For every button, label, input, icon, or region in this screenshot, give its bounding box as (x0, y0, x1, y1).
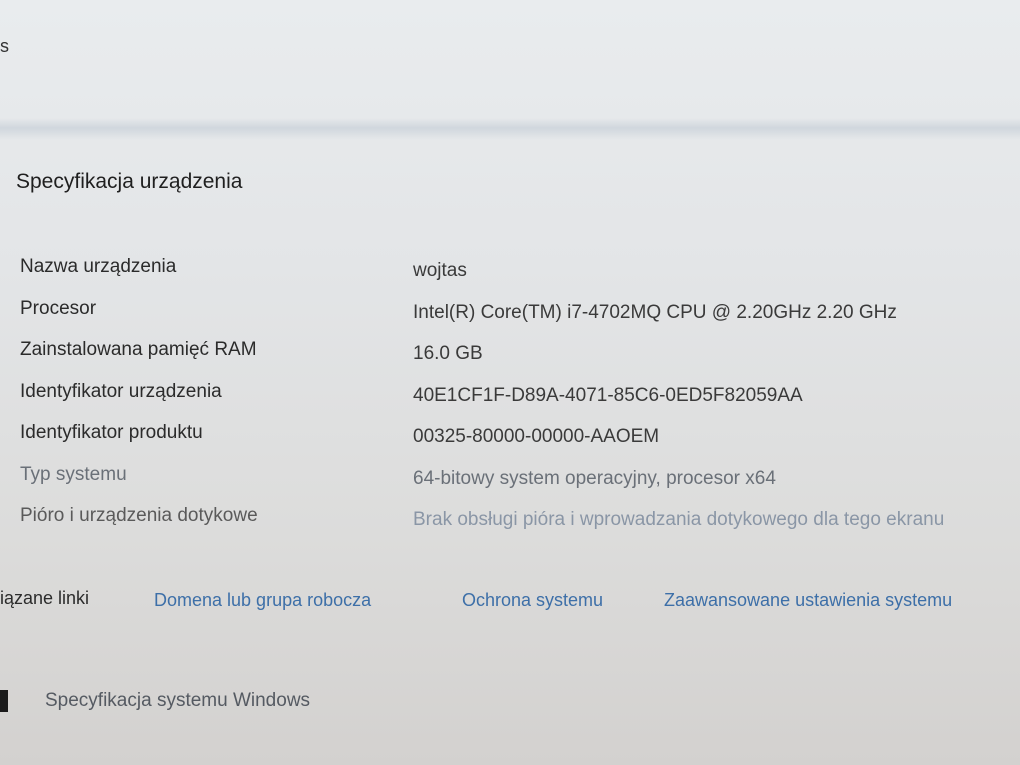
spec-label: Procesor (20, 297, 97, 319)
spec-value: 64-bitowy system operacyjny, procesor x6… (413, 467, 776, 489)
spec-value: 00325-80000-00000-AAOEM (413, 426, 660, 447)
related-links-label: iązane linki (0, 588, 90, 608)
spec-label: Identyfikator urządzenia (20, 380, 222, 402)
spec-value: 40E1CF1F-D89A-4071-85C6-0ED5F82059AA (413, 384, 803, 406)
spec-label: Identyfikator produktu (20, 422, 203, 443)
device-spec-table: Nazwa urządzenia wojtas Procesor Intel(R… (20, 256, 1020, 547)
spec-label: Nazwa urządzenia (20, 256, 177, 277)
spec-label: Zainstalowana pamięć RAM (20, 339, 257, 360)
spec-row-ram: Zainstalowana pamięć RAM 16.0 GB (20, 339, 1020, 381)
spec-row-product-id: Identyfikator produktu 00325-80000-00000… (20, 422, 1020, 464)
device-spec-title: Specyfikacja urządzenia (16, 170, 243, 193)
spec-value: wojtas (413, 260, 467, 281)
link-system-protection[interactable]: Ochrona systemu (462, 590, 603, 611)
link-advanced-system-settings[interactable]: Zaawansowane ustawienia systemu (664, 590, 952, 611)
header-cut-text: s (0, 36, 9, 56)
windows-spec-icon (0, 690, 8, 712)
link-domain-workgroup[interactable]: Domena lub grupa robocza (154, 590, 371, 611)
windows-spec-section: Specyfikacja systemu Windows (0, 688, 500, 718)
spec-row-pen-touch: Pióro i urządzenia dotykowe Brak obsługi… (20, 505, 1020, 547)
spec-row-system-type: Typ systemu 64-bitowy system operacyjny,… (20, 464, 1020, 506)
header-divider (0, 118, 1020, 140)
spec-row-device-id: Identyfikator urządzenia 40E1CF1F-D89A-4… (20, 381, 1020, 423)
spec-value: 16.0 GB (413, 343, 483, 364)
spec-label: Typ systemu (20, 463, 127, 485)
spec-row-device-name: Nazwa urządzenia wojtas (20, 256, 1020, 298)
windows-spec-title: Specyfikacja systemu Windows (45, 690, 311, 711)
spec-value: Intel(R) Core(TM) i7-4702MQ CPU @ 2.20GH… (413, 301, 897, 323)
spec-label: Pióro i urządzenia dotykowe (20, 505, 258, 526)
spec-row-processor: Procesor Intel(R) Core(TM) i7-4702MQ CPU… (20, 298, 1020, 340)
spec-value: Brak obsługi pióra i wprowadzania dotyko… (413, 509, 945, 530)
